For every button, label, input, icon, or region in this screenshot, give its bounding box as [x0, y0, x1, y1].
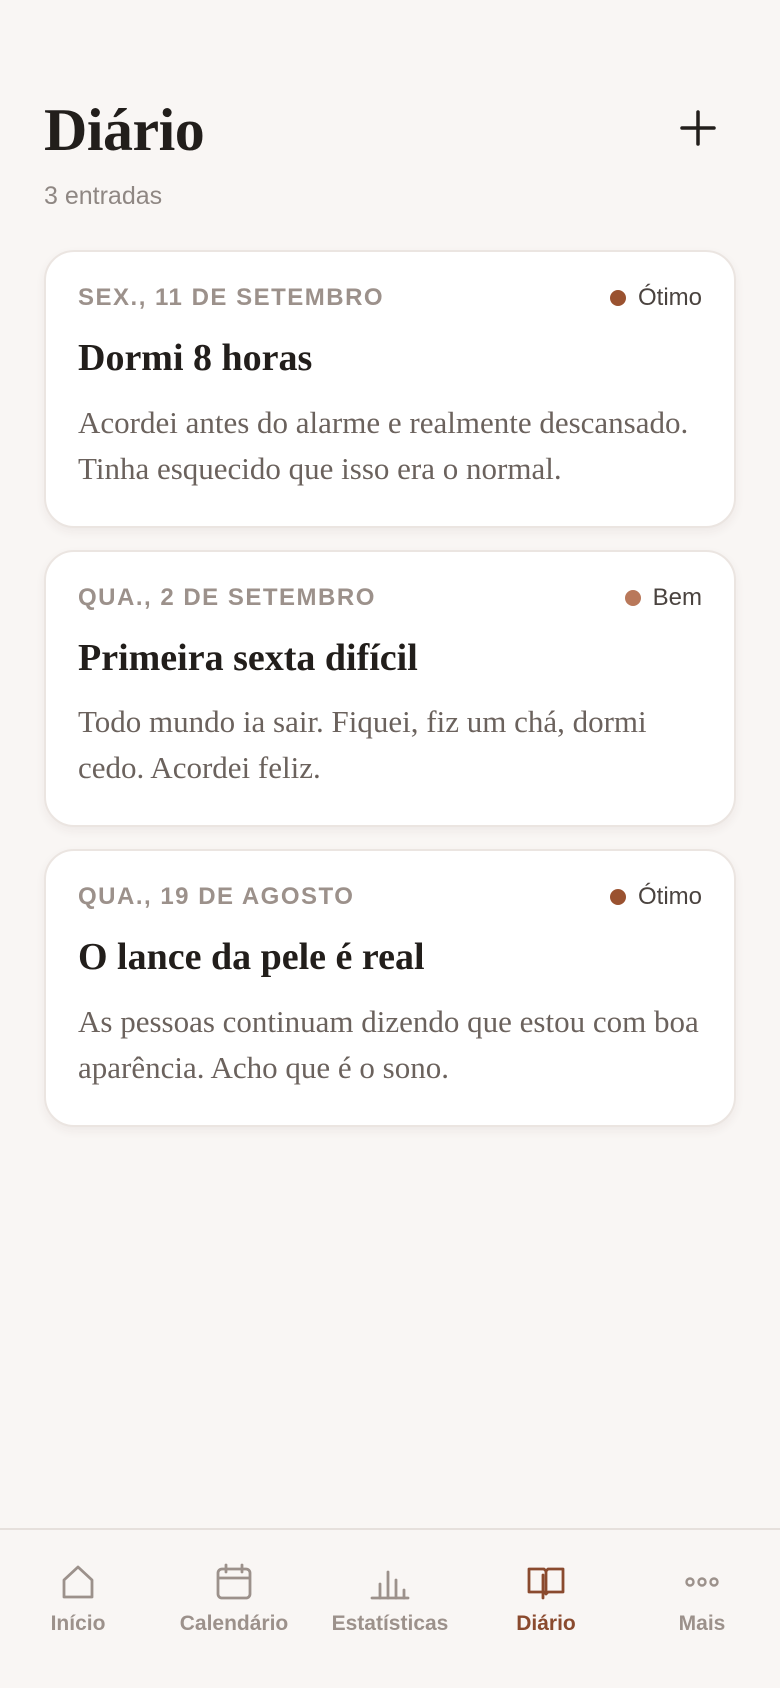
mood-dot [609, 290, 626, 306]
tab-label: Estatísticas [331, 1612, 449, 1635]
entry-card[interactable]: SEX., 11 DE SETEMBRO Ótimo Dormi 8 horas… [44, 250, 736, 528]
entry-body: Todo mundo ia sair. Fiquei, fiz um chá, … [78, 704, 647, 786]
entry-title: Primeira sexta difícil [78, 636, 418, 679]
more-icon [685, 1577, 719, 1587]
mood-dot [609, 889, 626, 906]
tab-bar: Início Calendário Estatísticas Diário Ma… [0, 1528, 780, 1688]
entry-card[interactable]: QUA., 19 DE AGOSTO Ótimo O lance da pele… [44, 849, 736, 1127]
mood-label: Ótimo [637, 883, 702, 911]
mood-dot [624, 589, 641, 606]
home-icon [62, 1565, 94, 1599]
mood-indicator: Ótimo [609, 284, 702, 312]
entry-date: SEX., 11 DE SETEMBRO [78, 284, 385, 311]
mood-indicator: Bem [624, 583, 702, 612]
tab-label: Início [50, 1612, 106, 1635]
tab-label: Diário [516, 1612, 576, 1635]
mood-indicator: Ótimo [609, 883, 702, 911]
entry-body: As pessoas continuam dizendo que estou c… [78, 1003, 699, 1085]
entry-count: 3 entradas [44, 182, 163, 210]
header: Diário 3 entradas [44, 88, 736, 228]
bar-chart-icon [370, 1570, 410, 1600]
tab-diario[interactable]: Diário [468, 1530, 624, 1688]
page-title: Diário [44, 97, 205, 163]
entry-title: Dormi 8 horas [78, 337, 313, 379]
entries-list: SEX., 11 DE SETEMBRO Ótimo Dormi 8 horas… [44, 250, 736, 1149]
tab-inicio[interactable]: Início [0, 1530, 156, 1688]
entry-card[interactable]: QUA., 2 DE SETEMBRO Bem Primeira sexta d… [44, 549, 736, 828]
mood-label: Bem [652, 583, 702, 611]
add-entry-button[interactable] [674, 104, 722, 152]
entry-date: QUA., 2 DE SETEMBRO [78, 583, 376, 611]
mood-label: Ótimo [637, 284, 702, 311]
plus-icon [680, 110, 716, 146]
entry-body: Acordei antes do alarme e realmente desc… [78, 404, 689, 486]
entry-title: O lance da pele é real [78, 936, 425, 979]
book-icon [527, 1567, 565, 1600]
tab-label: Calendário [179, 1612, 289, 1635]
tab-mais[interactable]: Mais [624, 1530, 780, 1688]
tab-estatisticas[interactable]: Estatísticas [312, 1530, 468, 1688]
calendar-icon [216, 1563, 252, 1600]
entry-date: QUA., 19 DE AGOSTO [78, 883, 355, 911]
tab-label: Mais [678, 1612, 726, 1635]
tab-calendario[interactable]: Calendário [156, 1530, 312, 1688]
